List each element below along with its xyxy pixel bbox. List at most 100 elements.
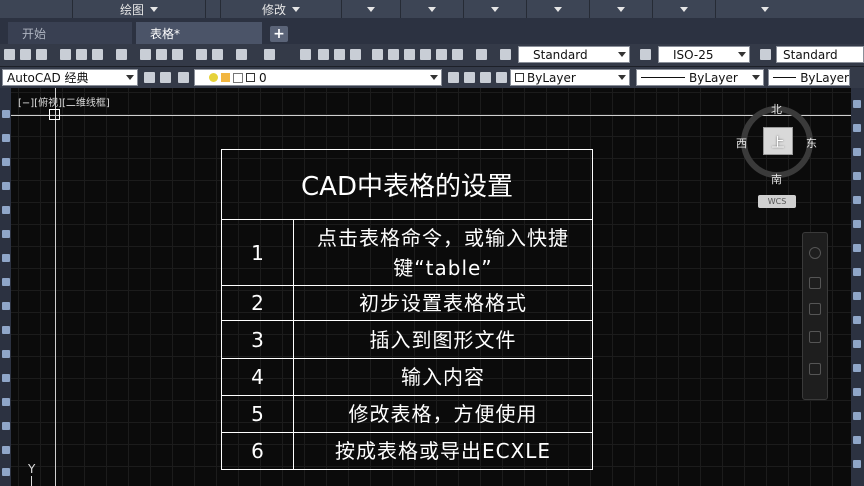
row-number-cell[interactable]: 5	[222, 396, 294, 432]
block-editor-icon[interactable]	[212, 49, 223, 60]
compass-south[interactable]: 南	[771, 171, 782, 187]
row-text-cell[interactable]: 按成表格或导出ECXLE	[294, 433, 592, 469]
cad-table[interactable]: CAD中表格的设置 1 点击表格命令，或输入快捷 键“table” 2 初步设置…	[221, 149, 593, 470]
publish-icon[interactable]	[92, 49, 103, 60]
line-icon[interactable]	[2, 110, 10, 118]
table-row[interactable]: 3 插入到图形文件	[222, 321, 592, 359]
wcs-menu-button[interactable]: WCS	[758, 195, 796, 208]
new-tab-button[interactable]: +	[270, 26, 288, 42]
menu-item-6[interactable]	[464, 0, 527, 18]
zoom-realtime-icon[interactable]	[318, 49, 329, 60]
quickcalc-icon[interactable]	[452, 49, 463, 60]
zoom-previous-icon[interactable]	[350, 49, 361, 60]
join-icon[interactable]	[853, 388, 861, 396]
make-current-layer-icon[interactable]	[448, 72, 459, 83]
print-icon[interactable]	[60, 49, 71, 60]
menu-item-draw[interactable]: 绘图	[73, 0, 206, 18]
color-select[interactable]: ByLayer	[510, 69, 630, 86]
linetype-select[interactable]: ByLayer	[636, 69, 764, 86]
properties-icon[interactable]	[372, 49, 383, 60]
layer-select[interactable]: 0	[194, 69, 442, 86]
menu-item-4[interactable]	[342, 0, 401, 18]
tab-table-drawing[interactable]: 表格*	[136, 22, 262, 44]
chamfer-icon[interactable]	[853, 412, 861, 420]
save-icon[interactable]	[36, 49, 47, 60]
erase-icon[interactable]	[853, 100, 861, 108]
compass-north[interactable]: 北	[771, 101, 782, 117]
layer-state-icon[interactable]	[480, 72, 491, 83]
steering-wheel-icon[interactable]	[809, 247, 821, 259]
row-text-cell[interactable]: 初步设置表格格式	[294, 286, 592, 320]
menu-item-7[interactable]	[527, 0, 590, 18]
viewcube-top-face[interactable]: 上	[763, 127, 793, 155]
rectangle-icon[interactable]	[2, 182, 10, 190]
orbit-icon[interactable]	[809, 331, 821, 343]
help-icon[interactable]	[476, 49, 487, 60]
mirror-icon[interactable]	[853, 148, 861, 156]
tool-palettes-icon[interactable]	[404, 49, 415, 60]
compass-west[interactable]: 西	[736, 135, 747, 151]
menu-item-2[interactable]	[206, 0, 221, 18]
break-icon[interactable]	[853, 364, 861, 372]
table-row[interactable]: 1 点击表格命令，或输入快捷 键“table”	[222, 220, 592, 286]
markup-icon[interactable]	[436, 49, 447, 60]
rotate-icon[interactable]	[853, 244, 861, 252]
table-row[interactable]: 2 初步设置表格格式	[222, 286, 592, 321]
table-row[interactable]: 5 修改表格，方便使用	[222, 396, 592, 433]
cut-icon[interactable]	[140, 49, 151, 60]
menu-item-10[interactable]	[716, 0, 814, 18]
zoom-window-icon[interactable]	[334, 49, 345, 60]
row-text-cell[interactable]: 插入到图形文件	[294, 321, 592, 358]
row-number-cell[interactable]: 1	[222, 220, 294, 285]
row-number-cell[interactable]: 3	[222, 321, 294, 358]
multiline-text-icon[interactable]	[2, 468, 10, 476]
point-icon[interactable]	[2, 350, 10, 358]
explode-icon[interactable]	[853, 460, 861, 468]
make-block-icon[interactable]	[2, 326, 10, 334]
array-icon[interactable]	[853, 196, 861, 204]
compass-east[interactable]: 东	[806, 135, 817, 151]
fillet-icon[interactable]	[853, 436, 861, 444]
offset-icon[interactable]	[853, 172, 861, 180]
table-icon[interactable]	[2, 446, 10, 454]
new-file-icon[interactable]	[4, 49, 15, 60]
redo-icon[interactable]	[264, 49, 275, 60]
menu-item-9[interactable]	[653, 0, 716, 18]
stretch-icon[interactable]	[853, 292, 861, 300]
design-center-icon[interactable]	[388, 49, 399, 60]
layer-isolate-icon[interactable]	[496, 72, 507, 83]
gradient-icon[interactable]	[2, 398, 10, 406]
viewport-controls-label[interactable]: [−][俯视][二维线框]	[18, 94, 110, 109]
extend-icon[interactable]	[853, 340, 861, 348]
open-file-icon[interactable]	[20, 49, 31, 60]
paste-icon[interactable]	[172, 49, 183, 60]
move-icon[interactable]	[853, 220, 861, 228]
render-icon[interactable]	[116, 49, 127, 60]
sheet-set-icon[interactable]	[420, 49, 431, 60]
layer-properties-icon[interactable]	[178, 72, 189, 83]
menu-item-modify[interactable]: 修改	[221, 0, 342, 18]
scale-icon[interactable]	[853, 268, 861, 276]
gear-icon[interactable]	[144, 72, 155, 83]
match-properties-icon[interactable]	[196, 49, 207, 60]
hatch-icon[interactable]	[2, 374, 10, 382]
menu-item-8[interactable]	[590, 0, 653, 18]
showmotion-icon[interactable]	[809, 363, 821, 375]
pan-icon[interactable]	[300, 49, 311, 60]
menu-item-0[interactable]	[0, 0, 73, 18]
tab-start[interactable]: 开始	[8, 22, 132, 44]
trim-icon[interactable]	[853, 316, 861, 324]
arc-icon[interactable]	[2, 206, 10, 214]
polyline-icon[interactable]	[2, 134, 10, 142]
copy-object-icon[interactable]	[853, 124, 861, 132]
ellipse-icon[interactable]	[2, 278, 10, 286]
row-text-cell[interactable]: 修改表格，方便使用	[294, 396, 592, 432]
copy-icon[interactable]	[156, 49, 167, 60]
table-title[interactable]: CAD中表格的设置	[222, 150, 592, 220]
table-style-select[interactable]: Standard	[776, 46, 864, 63]
layer-previous-icon[interactable]	[464, 72, 475, 83]
row-text-cell[interactable]: 点击表格命令，或输入快捷 键“table”	[294, 220, 592, 285]
row-number-cell[interactable]: 6	[222, 433, 294, 469]
text-style-select[interactable]: Standard	[518, 46, 630, 63]
dim-style-select[interactable]: ISO-25	[658, 46, 750, 63]
